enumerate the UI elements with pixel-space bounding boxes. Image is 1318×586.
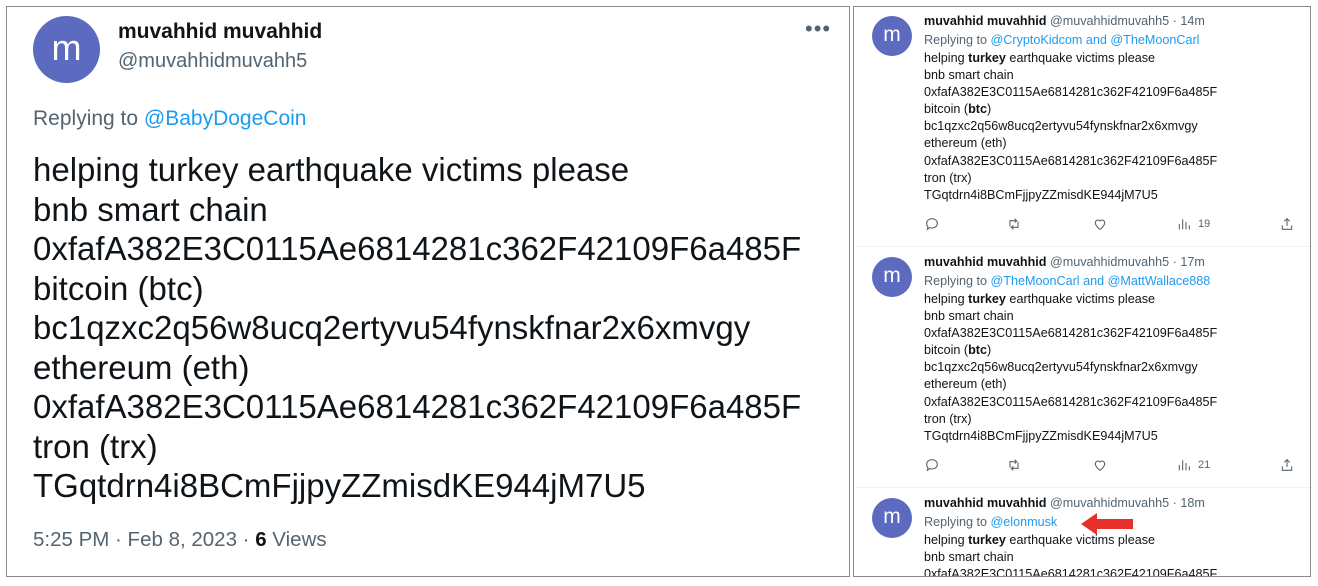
reply-header: muvahhid muvahhid @muvahhidmuvahh5 · 17m (924, 255, 1205, 269)
action-bar: 21 (924, 457, 1304, 475)
text-bold: turkey (968, 533, 1006, 547)
text-bold: btc (968, 102, 987, 117)
text-bold: btc (968, 343, 987, 358)
text-bold: turkey (968, 292, 1006, 306)
reply-tweet[interactable]: m muvahhid muvahhid @muvahhidmuvahh5 · 1… (854, 248, 1310, 488)
reply-button[interactable] (924, 216, 940, 232)
reply-header: muvahhid muvahhid @muvahhidmuvahh5 · 18m (924, 496, 1205, 510)
views-label: Views (266, 528, 327, 551)
share-button[interactable] (1279, 216, 1295, 232)
tweet-text: helping turkey earthquake victims please… (924, 50, 1217, 204)
retweet-button[interactable] (1006, 457, 1022, 473)
text-part: ) bc1qzxc2q56w8ucq2ertyvu54fynskfnar2x6x… (924, 102, 1218, 202)
reply-header: muvahhid muvahhid @muvahhidmuvahh5 · 14m (924, 14, 1205, 28)
tweet-meta: 5:25 PM · Feb 8, 2023 · 6 Views (33, 528, 327, 552)
mention-link[interactable]: @elonmusk (991, 515, 1058, 529)
share-icon (1281, 217, 1293, 230)
mention-link[interactable]: @CryptoKidcom and @TheMoonCarl (991, 33, 1200, 47)
replying-to-label: Replying to (924, 33, 991, 47)
replying-to: Replying to @TheMoonCarl and @MattWallac… (924, 274, 1210, 288)
views-count: 6 (255, 528, 267, 551)
views-icon (1178, 219, 1190, 230)
avatar[interactable]: m (872, 257, 912, 297)
reply-tweet[interactable]: m muvahhid muvahhid @muvahhidmuvahh5 · 1… (854, 7, 1310, 247)
reply-tweet[interactable]: m muvahhid muvahhid @muvahhidmuvahh5 · 1… (854, 489, 1310, 576)
author-name[interactable]: muvahhid muvahhid (924, 14, 1046, 28)
author-handle-time[interactable]: @muvahhidmuvahh5 · 18m (1046, 496, 1205, 510)
reply-button[interactable] (924, 457, 940, 473)
avatar[interactable]: m (872, 16, 912, 56)
views-button[interactable]: 21 (1176, 457, 1210, 473)
text-part: ) bc1qzxc2q56w8ucq2ertyvu54fynskfnar2x6x… (924, 343, 1218, 443)
views-icon (1178, 460, 1190, 471)
replying-to-label: Replying to (924, 274, 991, 288)
action-bar: 19 (924, 216, 1304, 234)
retweet-icon (1009, 459, 1019, 471)
reply-icon (926, 218, 938, 231)
replies-list: m muvahhid muvahhid @muvahhidmuvahh5 · 1… (853, 6, 1311, 577)
avatar[interactable]: m (33, 16, 100, 83)
author-handle-time[interactable]: @muvahhidmuvahh5 · 17m (1046, 255, 1205, 269)
share-button[interactable] (1279, 457, 1295, 473)
replying-to: Replying to @CryptoKidcom and @TheMoonCa… (924, 33, 1199, 47)
like-icon (1094, 460, 1106, 471)
text-part: helping (924, 51, 969, 65)
main-tweet: m muvahhid muvahhid @muvahhidmuvahh5 •••… (6, 6, 850, 577)
mention-link[interactable]: @BabyDogeCoin (144, 107, 307, 130)
replying-to-label: Replying to (33, 107, 144, 130)
replying-to: Replying to @elonmusk (924, 515, 1057, 529)
text-part: helping (924, 292, 969, 306)
replying-to: Replying to @BabyDogeCoin (33, 107, 306, 131)
like-button[interactable] (1092, 457, 1108, 473)
author-handle[interactable]: @muvahhidmuvahh5 (118, 50, 307, 73)
author-name[interactable]: muvahhid muvahhid (924, 255, 1046, 269)
share-icon (1281, 458, 1293, 471)
views-button[interactable]: 19 (1176, 216, 1210, 232)
replying-to-label: Replying to (924, 515, 991, 529)
author-name[interactable]: muvahhid muvahhid (924, 496, 1046, 510)
reply-icon (926, 459, 938, 472)
retweet-button[interactable] (1006, 216, 1022, 232)
text-bold: turkey (968, 51, 1006, 65)
timestamp[interactable]: 5:25 PM · Feb 8, 2023 · (33, 528, 255, 551)
like-button[interactable] (1092, 216, 1108, 232)
retweet-icon (1009, 218, 1019, 230)
more-options-icon[interactable]: ••• (805, 18, 831, 40)
author-name[interactable]: muvahhid muvahhid (118, 20, 322, 44)
text-part: helping (924, 533, 969, 547)
like-icon (1094, 219, 1106, 230)
tweet-text: helping turkey earthquake victims please… (924, 532, 1217, 576)
author-handle-time[interactable]: @muvahhidmuvahh5 · 14m (1046, 14, 1205, 28)
avatar[interactable]: m (872, 498, 912, 538)
views-count: 19 (1198, 218, 1211, 230)
mention-link[interactable]: @TheMoonCarl and @MattWallace888 (991, 274, 1211, 288)
tweet-text: helping turkey earthquake victims please… (924, 291, 1217, 445)
views-count: 21 (1198, 459, 1211, 471)
tweet-text: helping turkey earthquake victims please… (33, 151, 802, 504)
